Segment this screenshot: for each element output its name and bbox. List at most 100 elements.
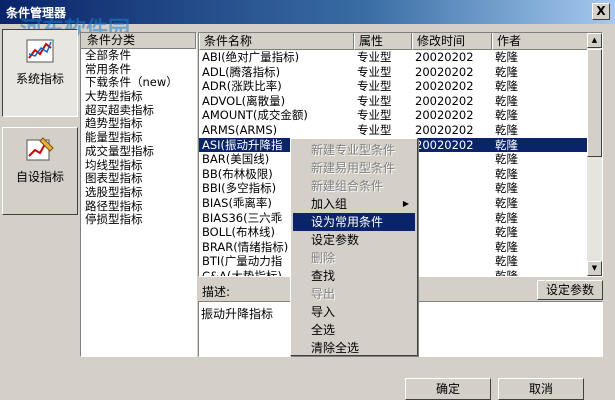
menu-item[interactable]: 清除全选 xyxy=(293,339,415,357)
table-cell: 乾隆 xyxy=(495,225,518,240)
pencil-chart-icon xyxy=(26,137,54,161)
table-cell: 乾隆 xyxy=(495,239,518,254)
column-header-modified[interactable]: 修改时间 xyxy=(412,33,492,50)
table-row[interactable]: ADL(腾落指标) 专业型 20020202 乾隆 xyxy=(199,65,589,80)
table-cell: ADVOL(离散量) xyxy=(202,93,286,108)
category-panel: 条件分类 全部条件 常用条件 下载条件（new） 大势型指标 超买超卖指标 趋势… xyxy=(80,32,197,357)
description-label: 描述: xyxy=(202,285,231,299)
category-item[interactable]: 下载条件（new） xyxy=(85,76,196,90)
menu-item-label: 导出 xyxy=(311,287,336,301)
table-cell: AMOUNT(成交金额) xyxy=(202,108,308,123)
ok-button[interactable]: 确定 xyxy=(405,378,491,400)
category-item[interactable]: 成交量型指标 xyxy=(85,144,196,159)
table-cell: 乾隆 xyxy=(495,108,518,123)
cancel-button[interactable]: 取消 xyxy=(498,378,584,400)
table-row[interactable]: ABI(绝对广量指标) 专业型 20020202 乾隆 xyxy=(199,50,589,65)
category-item[interactable]: 图表型指标 xyxy=(85,171,196,186)
column-header-author[interactable]: 作者 xyxy=(492,33,589,50)
menu-item-label: 新建易用型条件 xyxy=(311,161,396,175)
set-params-button[interactable]: 设定参数 xyxy=(537,280,603,300)
table-cell: 20020202 xyxy=(415,137,474,152)
table-cell: 乾隆 xyxy=(495,50,518,64)
category-list: 全部条件 常用条件 下载条件（new） 大势型指标 超买超卖指标 趋势型指标 能… xyxy=(81,48,196,227)
menu-item[interactable]: 加入组 ▶ xyxy=(293,195,415,213)
menu-item[interactable]: 查找 xyxy=(293,267,415,285)
table-cell: 乾隆 xyxy=(495,268,518,277)
table-cell: 乾隆 xyxy=(495,93,518,108)
menu-item-label: 设定参数 xyxy=(311,233,360,247)
table-row[interactable]: ADVOL(离散量) 专业型 20020202 乾隆 xyxy=(199,94,589,109)
menu-item: 新建组合条件 xyxy=(293,177,415,195)
submenu-arrow-icon: ▶ xyxy=(402,199,409,208)
menu-item-label: 新建专业型条件 xyxy=(311,143,396,157)
category-item[interactable]: 路径型指标 xyxy=(85,199,196,214)
category-item[interactable]: 均线型指标 xyxy=(85,158,196,173)
nav-custom-indicators[interactable]: 自设指标 xyxy=(2,127,78,215)
category-item[interactable]: 能量型指标 xyxy=(85,130,196,145)
table-cell: 专业型 xyxy=(357,108,392,123)
table-cell: 乾隆 xyxy=(495,195,518,210)
table-row[interactable]: AMOUNT(成交金额) 专业型 20020202 乾隆 xyxy=(199,108,589,123)
table-row[interactable]: ADR(涨跌比率) 专业型 20020202 乾隆 xyxy=(199,79,589,94)
menu-item-label: 全选 xyxy=(311,323,336,337)
table-cell: 20020202 xyxy=(415,64,474,79)
chart-icon xyxy=(26,39,54,63)
menu-item-label: 加入组 xyxy=(311,197,348,211)
menu-item-label: 导入 xyxy=(311,305,336,319)
category-item[interactable]: 选股型指标 xyxy=(85,185,196,200)
table-cell: 20020202 xyxy=(415,108,474,123)
title-bar: 条件管理器 X xyxy=(0,0,615,24)
table-cell: ADR(涨跌比率) xyxy=(202,79,282,94)
table-cell: 乾隆 xyxy=(495,152,518,167)
table-cell: ABI(绝对广量指标) xyxy=(202,50,300,64)
menu-item-label: 设为常用条件 xyxy=(311,215,384,229)
column-header-type[interactable]: 属性 xyxy=(354,33,412,50)
table-cell: 20020202 xyxy=(415,50,474,64)
table-cell: ARMS(ARMS) xyxy=(202,122,278,137)
nav-system-indicators[interactable]: 系统指标 xyxy=(2,29,78,117)
table-row[interactable]: ARMS(ARMS) 专业型 20020202 乾隆 xyxy=(199,123,589,138)
column-header-name[interactable]: 条件名称 xyxy=(199,33,354,50)
left-nav: 系统指标 自设指标 xyxy=(0,27,80,357)
menu-item[interactable]: 全选 xyxy=(293,321,415,339)
category-header[interactable]: 条件分类 xyxy=(81,33,196,49)
category-item[interactable]: 常用条件 xyxy=(85,62,196,77)
category-item[interactable]: 全部条件 xyxy=(85,48,196,63)
table-cell: 专业型 xyxy=(357,64,392,79)
vertical-scrollbar[interactable]: ▲ ▼ xyxy=(587,33,602,276)
menu-item[interactable]: 导入 xyxy=(293,303,415,321)
table-cell: 20020202 xyxy=(415,122,474,137)
menu-item-label: 删除 xyxy=(311,251,336,265)
menu-item: 新建专业型条件 xyxy=(293,141,415,159)
category-item[interactable]: 趋势型指标 xyxy=(85,117,196,131)
nav-label: 自设指标 xyxy=(15,170,64,184)
table-cell: 乾隆 xyxy=(495,254,518,269)
menu-item-label: 新建组合条件 xyxy=(311,179,384,193)
table-cell: ADL(腾落指标) xyxy=(202,64,281,79)
category-item[interactable]: 停损型指标 xyxy=(85,213,196,227)
table-cell: 乾隆 xyxy=(495,210,518,225)
menu-item: 删除 xyxy=(293,249,415,267)
menu-item-label: 查找 xyxy=(311,269,336,283)
menu-item: 新建易用型条件 xyxy=(293,159,415,177)
window-title: 条件管理器 xyxy=(6,6,67,20)
category-item[interactable]: 大势型指标 xyxy=(85,89,196,104)
menu-item-label: 清除全选 xyxy=(311,341,360,355)
table-cell: 20020202 xyxy=(415,79,474,94)
table-cell: 乾隆 xyxy=(495,79,518,94)
list-header: 条件名称 属性 修改时间 作者 xyxy=(199,33,589,50)
scroll-up-icon[interactable]: ▲ xyxy=(587,33,602,48)
table-cell: 乾隆 xyxy=(495,181,518,196)
scroll-down-icon[interactable]: ▼ xyxy=(587,261,602,276)
menu-item[interactable]: 设为常用条件 xyxy=(293,213,415,231)
table-cell: 乾隆 xyxy=(495,64,518,79)
scroll-thumb[interactable] xyxy=(587,49,602,157)
menu-item[interactable]: 设定参数 xyxy=(293,231,415,249)
category-item[interactable]: 超买超卖指标 xyxy=(85,103,196,118)
menu-item: 导出 xyxy=(293,285,415,303)
table-cell: 乾隆 xyxy=(495,166,518,181)
nav-label: 系统指标 xyxy=(15,72,64,86)
table-cell: 专业型 xyxy=(357,122,392,137)
close-button[interactable]: X xyxy=(592,3,610,20)
table-cell: 20020202 xyxy=(415,93,474,108)
